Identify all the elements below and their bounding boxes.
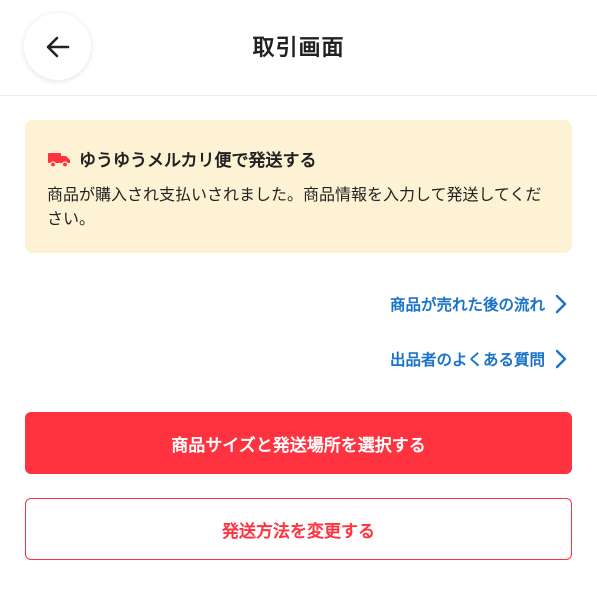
page-title: 取引画面 bbox=[252, 36, 345, 61]
select-size-location-label: 商品サイズと発送場所を選択する bbox=[171, 435, 426, 456]
change-shipping-method-label: 発送方法を変更する bbox=[222, 521, 375, 542]
truck-icon bbox=[47, 150, 71, 168]
after-sale-flow-link[interactable]: 商品が売れた後の流れ bbox=[390, 293, 567, 315]
after-sale-flow-label: 商品が売れた後の流れ bbox=[389, 296, 545, 314]
notice-title: ゆうゆうメルカリ便で発送する bbox=[79, 151, 317, 171]
select-size-location-button[interactable]: 商品サイズと発送場所を選択する bbox=[25, 412, 572, 474]
notice-body: 商品が購入され支払いされました。商品情報を入力して発送してください。 bbox=[47, 185, 542, 228]
seller-faq-label: 出品者のよくある質問 bbox=[389, 351, 545, 369]
change-shipping-method-button[interactable]: 発送方法を変更する bbox=[25, 498, 572, 560]
header-bar: 取引画面 bbox=[0, 0, 597, 96]
shipping-notice: ゆうゆうメルカリ便で発送する 商品が購入され支払いされました。商品情報を入力して… bbox=[25, 120, 572, 253]
chevron-right-icon bbox=[555, 294, 567, 314]
chevron-right-icon bbox=[555, 349, 567, 369]
seller-faq-link[interactable]: 出品者のよくある質問 bbox=[390, 348, 567, 370]
